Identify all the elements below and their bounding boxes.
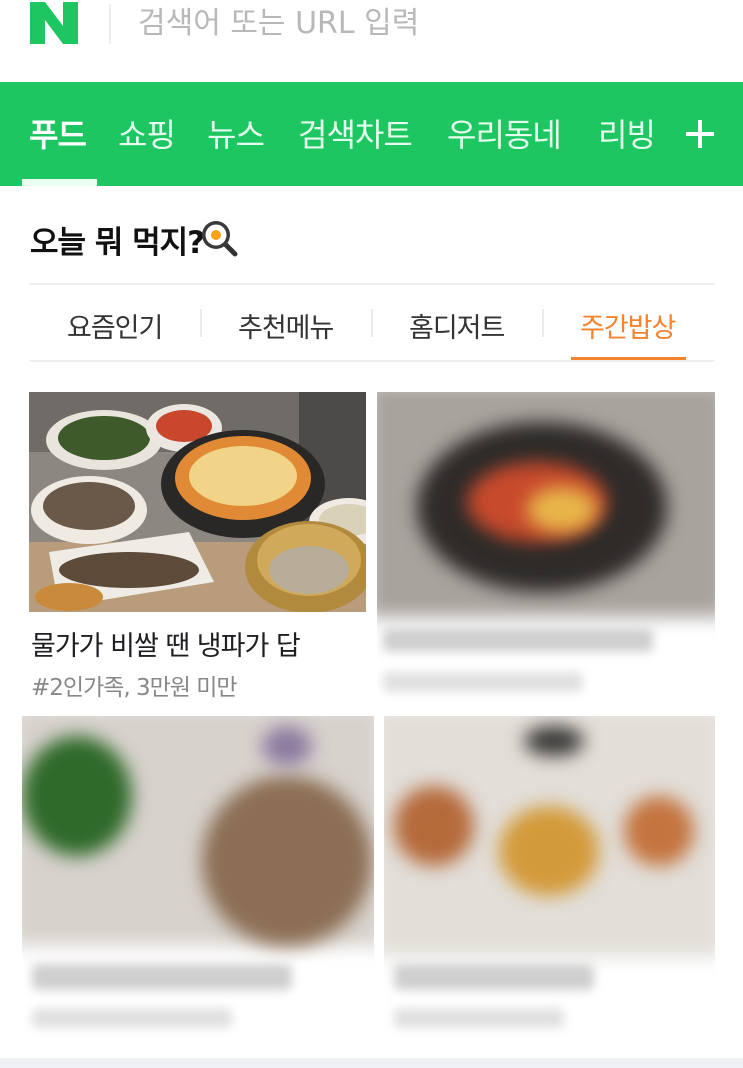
blurred-title <box>394 964 594 990</box>
blurred-image-shape <box>527 487 597 532</box>
search-divider <box>109 4 111 44</box>
blurred-tag <box>394 1008 564 1028</box>
tab-living[interactable]: 리빙 <box>598 110 656 156</box>
blurred-title <box>383 628 653 652</box>
subtabs-divider-bottom <box>29 360 715 362</box>
search-input[interactable] <box>138 2 718 44</box>
tab-shopping[interactable]: 쇼핑 <box>118 110 176 156</box>
category-nav: 푸드 쇼핑 뉴스 검색차트 우리동네 리빙 <box>0 82 743 186</box>
tab-news[interactable]: 뉴스 <box>207 110 265 156</box>
blurred-tag <box>32 1008 232 1028</box>
tab-search-chart[interactable]: 검색차트 <box>298 110 413 156</box>
blurred-image-shape <box>394 786 474 866</box>
active-tab-indicator <box>22 179 97 186</box>
recipe-card-title: 물가가 비쌀 땐 냉파가 답 <box>31 631 301 662</box>
recipe-card[interactable]: 물가가 비쌀 땐 냉파가 답 #2인가족, 3만원 미만 <box>29 392 366 712</box>
recipe-card-blurred[interactable] <box>377 392 715 712</box>
bottom-divider <box>0 1058 743 1068</box>
subtab-trending[interactable]: 요즘인기 <box>67 306 163 345</box>
search-bar <box>0 0 743 82</box>
plus-icon[interactable] <box>684 118 716 150</box>
blurred-title <box>32 964 292 990</box>
blurred-image-shape <box>202 776 372 946</box>
naver-logo-icon[interactable] <box>30 2 78 44</box>
subtab-home-dessert[interactable]: 홈디저트 <box>409 306 505 345</box>
blurred-image-shape <box>524 726 584 756</box>
tab-food[interactable]: 푸드 <box>29 110 87 156</box>
recipe-card-image <box>29 392 366 612</box>
subtab-separator <box>200 309 202 337</box>
subtab-separator <box>371 309 373 337</box>
section-title: 오늘 뭐 먹지? <box>30 225 205 261</box>
frying-pan-egg-icon <box>202 221 238 257</box>
recipe-card-blurred[interactable] <box>22 716 374 1046</box>
subtab-separator <box>542 309 544 337</box>
subtab-recommended[interactable]: 추천메뉴 <box>238 306 334 345</box>
blurred-image-shape <box>499 806 599 896</box>
recipe-card-blurred[interactable] <box>384 716 715 1046</box>
blurred-image-shape <box>624 796 694 866</box>
tab-neighborhood[interactable]: 우리동네 <box>447 110 562 156</box>
subtab-weekly-table[interactable]: 주간밥상 <box>580 306 676 345</box>
blurred-image-shape <box>262 726 312 766</box>
subtabs-divider-top <box>29 283 715 285</box>
blurred-tag <box>383 672 583 692</box>
blurred-image-shape <box>22 736 132 856</box>
recipe-card-tag: #2인가족, 3만원 미만 <box>31 675 238 701</box>
